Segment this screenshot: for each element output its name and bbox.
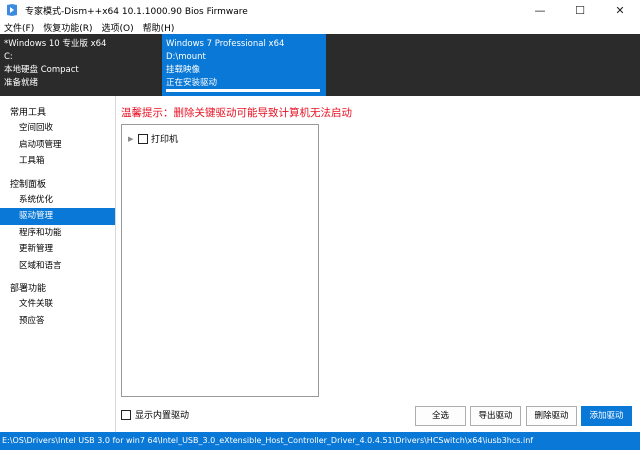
export-driver-button[interactable]: 导出驱动 bbox=[470, 406, 521, 426]
sidebar-item-answer-file[interactable]: 预应答 bbox=[0, 313, 115, 330]
sidebar-item-file-association[interactable]: 文件关联 bbox=[0, 296, 115, 313]
session-path: D:\mount bbox=[166, 52, 206, 62]
menu-bar: 文件(F) 恢复功能(R) 选项(O) 帮助(H) bbox=[0, 20, 640, 34]
sidebar-item-programs-features[interactable]: 程序和功能 bbox=[0, 225, 115, 242]
delete-driver-button[interactable]: 删除驱动 bbox=[526, 406, 577, 426]
driver-management-panel: 温馨提示：删除关键驱动可能导致计算机无法启动 ▶ 打印机 显示内置驱动 全选 导… bbox=[116, 96, 640, 432]
window-controls: — ☐ ✕ bbox=[520, 0, 640, 20]
sidebar: 常用工具 空间回收 启动项管理 工具箱 控制面板 系统优化 驱动管理 程序和功能… bbox=[0, 96, 116, 432]
show-builtin-drivers-option[interactable]: 显示内置驱动 bbox=[121, 408, 189, 421]
sidebar-item-update-management[interactable]: 更新管理 bbox=[0, 241, 115, 258]
tree-item-label: 打印机 bbox=[151, 135, 179, 145]
session-os-name: Windows 7 Professional x64 bbox=[166, 39, 285, 49]
driver-tree[interactable]: ▶ 打印机 bbox=[121, 124, 319, 397]
sidebar-item-region-language[interactable]: 区域和语言 bbox=[0, 258, 115, 275]
minimize-button[interactable]: — bbox=[520, 0, 560, 20]
status-bar: E:\OS\Drivers\Intel USB 3.0 for win7 64\… bbox=[0, 432, 640, 450]
title-bar: 专家模式-Dism++x64 10.1.1000.90 Bios Firmwar… bbox=[0, 0, 640, 20]
sidebar-item-driver-management[interactable]: 驱动管理 bbox=[0, 208, 115, 225]
sidebar-item-system-optimization[interactable]: 系统优化 bbox=[0, 192, 115, 209]
window-title: 专家模式-Dism++x64 10.1.1000.90 Bios Firmwar… bbox=[25, 6, 248, 17]
sidebar-heading-deployment: 部署功能 bbox=[10, 284, 47, 294]
session-status: 准备就绪 bbox=[4, 78, 39, 88]
sidebar-item-startup-manager[interactable]: 启动项管理 bbox=[0, 137, 115, 154]
session-bar: *Windows 10 专业版 x64 C: 本地硬盘 Compact 准备就绪… bbox=[0, 34, 640, 96]
sidebar-heading-control-panel: 控制面板 bbox=[10, 179, 47, 190]
warning-message: 温馨提示：删除关键驱动可能导致计算机无法启动 bbox=[121, 107, 352, 119]
menu-recovery[interactable]: 恢复功能(R) bbox=[43, 21, 92, 34]
session-local-system[interactable]: *Windows 10 专业版 x64 C: 本地硬盘 Compact 准备就绪 bbox=[0, 34, 162, 96]
session-os-name: *Windows 10 专业版 x64 bbox=[4, 39, 107, 49]
sidebar-item-toolbox[interactable]: 工具箱 bbox=[0, 153, 115, 170]
session-type: 挂载映像 bbox=[166, 65, 201, 75]
session-path: C: bbox=[4, 52, 13, 62]
select-all-button[interactable]: 全选 bbox=[415, 406, 466, 426]
tree-item-printer[interactable]: ▶ 打印机 bbox=[128, 132, 178, 145]
menu-options[interactable]: 选项(O) bbox=[101, 21, 133, 34]
show-builtin-checkbox[interactable] bbox=[121, 409, 131, 420]
close-button[interactable]: ✕ bbox=[600, 0, 640, 20]
session-progress-bar bbox=[166, 89, 320, 92]
sidebar-heading-common-tools: 常用工具 bbox=[10, 108, 47, 118]
tree-item-checkbox[interactable] bbox=[138, 133, 148, 144]
show-builtin-label: 显示内置驱动 bbox=[135, 411, 190, 421]
session-type: 本地硬盘 Compact bbox=[4, 65, 79, 75]
menu-help[interactable]: 帮助(H) bbox=[143, 21, 175, 34]
maximize-button[interactable]: ☐ bbox=[560, 0, 600, 20]
session-mounted-image[interactable]: Windows 7 Professional x64 D:\mount 挂载映像… bbox=[162, 34, 326, 96]
expand-chevron-icon[interactable]: ▶ bbox=[128, 134, 136, 144]
menu-file[interactable]: 文件(F) bbox=[4, 21, 34, 34]
sidebar-item-space-cleanup[interactable]: 空间回收 bbox=[0, 120, 115, 137]
add-driver-button[interactable]: 添加驱动 bbox=[581, 406, 632, 426]
app-icon bbox=[7, 4, 17, 16]
session-progress-fill bbox=[166, 89, 320, 92]
